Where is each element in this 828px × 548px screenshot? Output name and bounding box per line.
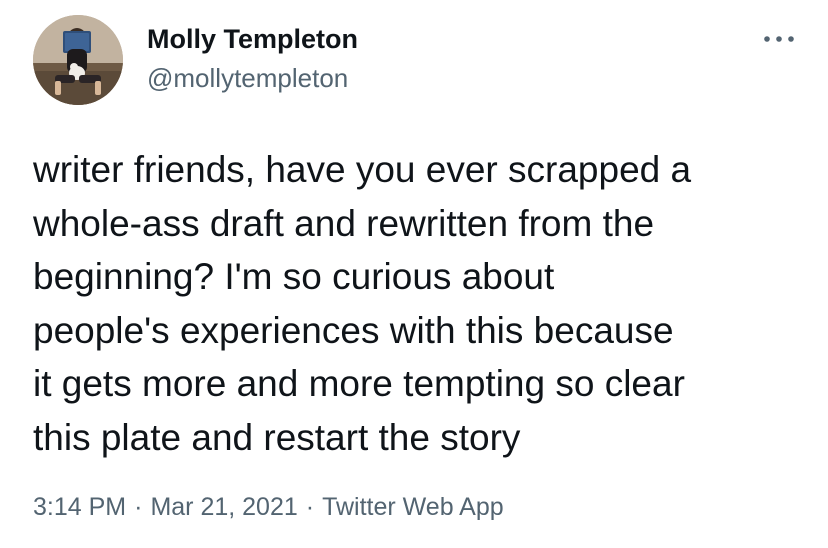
tweet-text-line: whole-ass draft and rewritten from the: [33, 202, 655, 244]
tweet-text-line: people's experiences with this because: [33, 309, 674, 351]
tweet-metadata: 3:14 PM · Mar 21, 2021 · Twitter Web App: [33, 491, 504, 523]
display-name[interactable]: Molly Templeton: [147, 22, 358, 56]
meta-separator: ·: [305, 493, 315, 521]
meta-separator: ·: [134, 493, 143, 521]
tweet-date-link[interactable]: Mar 21, 2021: [150, 493, 297, 521]
tweet-source: Twitter Web App: [322, 493, 504, 521]
tweet-text-line: it gets more and more tempting so clear: [33, 363, 685, 404]
tweet-time-link[interactable]: 3:14 PM: [33, 493, 126, 521]
profile-photo-icon: [33, 15, 123, 105]
user-handle[interactable]: @mollytempleton: [147, 62, 348, 94]
avatar[interactable]: [33, 15, 123, 105]
tweet-text-line: writer friends, have you ever scrapped a: [33, 149, 692, 190]
tweet-text-line: this plate and restart the story: [33, 416, 521, 458]
more-horizontal-icon: [764, 36, 794, 42]
more-options-button[interactable]: [758, 24, 800, 54]
tweet-text: writer friends, have you ever scrapped a…: [33, 143, 803, 464]
tweet-text-line: beginning? I'm so curious about: [33, 256, 555, 297]
tweet-card: Molly Templeton @mollytempleton writer f…: [0, 0, 828, 548]
